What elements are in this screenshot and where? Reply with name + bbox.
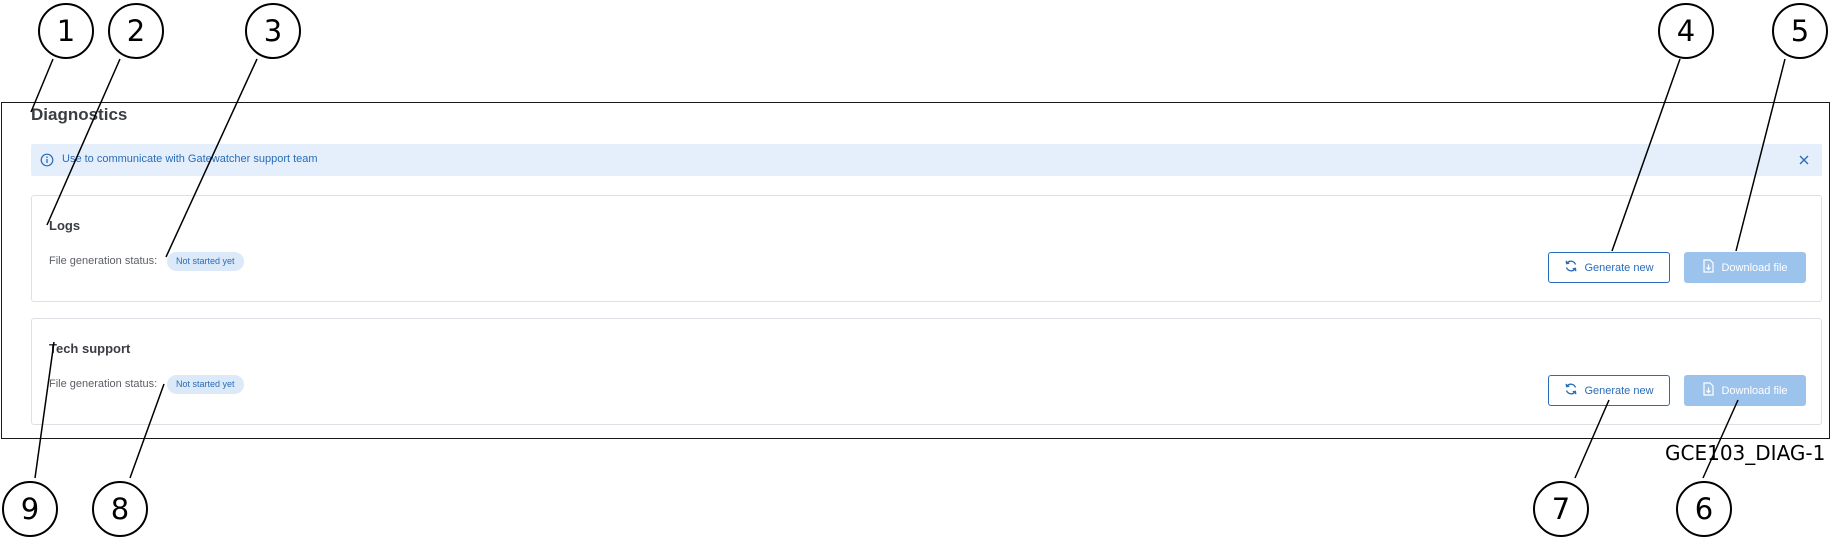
figure-reference: GCE103_DIAG-1 [1665,441,1826,465]
leader-5 [1735,58,1786,252]
callout-5: 5 [1772,3,1828,59]
leader-8 [129,383,165,479]
leader-9 [34,341,55,479]
callout-7: 7 [1533,481,1589,537]
callout-6: 6 [1676,481,1732,537]
leader-1 [30,58,54,113]
callout-8: 8 [92,481,148,537]
leader-3 [165,58,258,258]
leader-7 [1574,399,1610,479]
callout-4: 4 [1658,3,1714,59]
callout-3: 3 [245,3,301,59]
leader-4 [1611,58,1681,252]
leader-6 [1702,399,1739,479]
callout-9: 9 [2,481,58,537]
leader-2 [46,58,121,226]
callout-leader-lines [30,58,1786,479]
callout-1: 1 [38,3,94,59]
callout-2: 2 [108,3,164,59]
